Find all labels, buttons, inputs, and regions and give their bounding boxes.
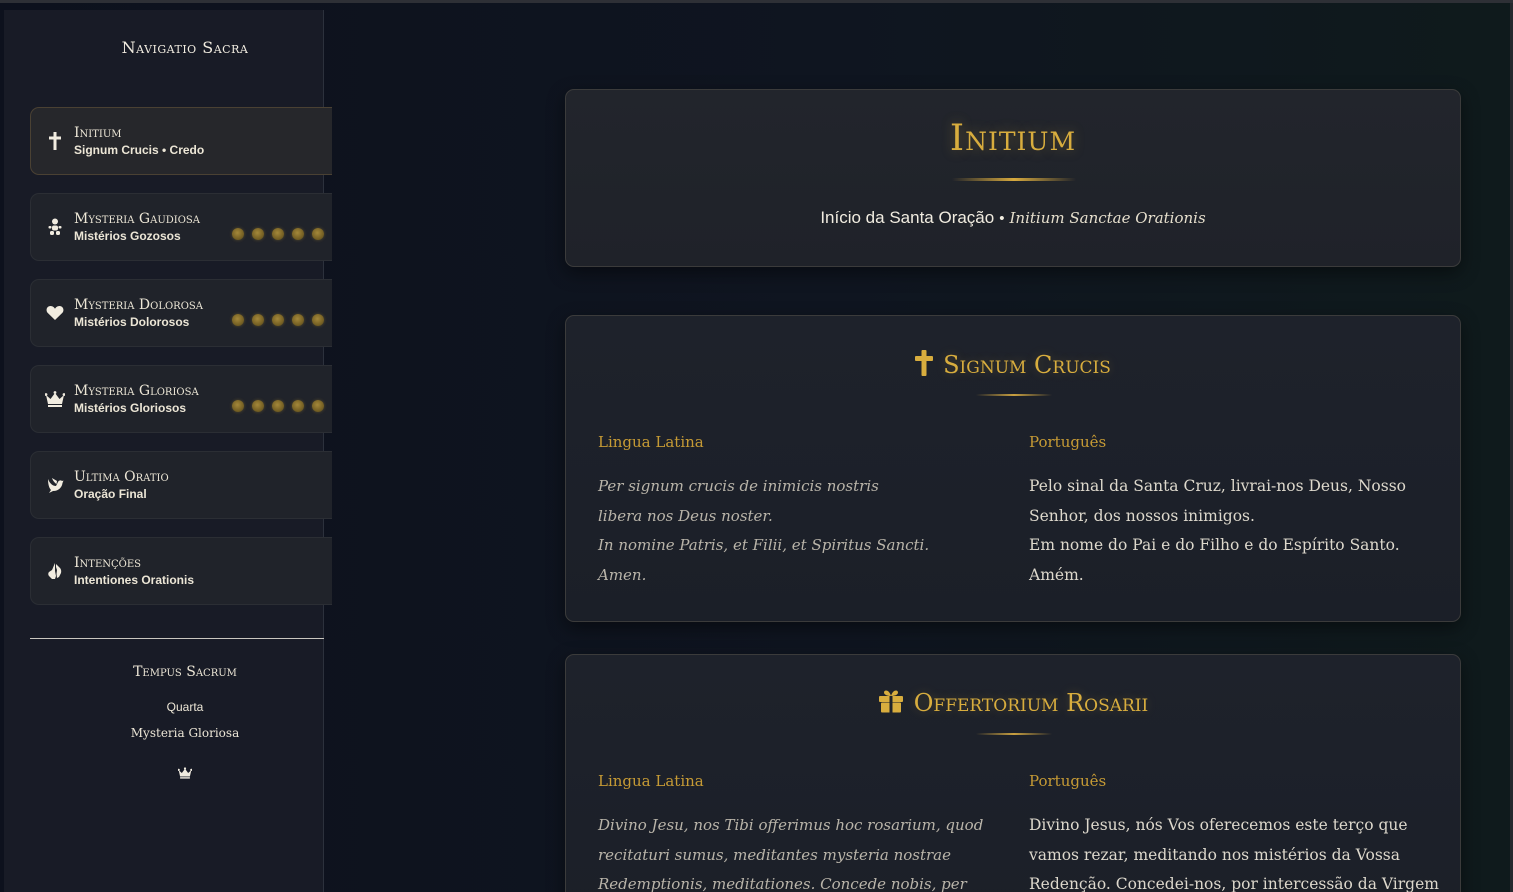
decade-dot — [292, 314, 304, 326]
sidebar-item-sublabel: Mistérios Dolorosos — [74, 315, 190, 329]
latin-line: Divino Jesu, nos Tibi offerimus hoc rosa… — [598, 816, 984, 892]
cross-icon — [45, 131, 65, 151]
decade-dot — [232, 228, 244, 240]
portuguese-line: Divino Jesus, nós Vos oferecemos este te… — [1029, 816, 1439, 892]
sidebar-item-label: Initium — [74, 125, 122, 141]
sidebar: Navigatio Sacra Initium Signum Crucis • … — [4, 10, 332, 892]
sidebar-item-mysteria-gaudiosa[interactable]: Mysteria Gaudiosa Mistérios Gozosos — [30, 193, 332, 261]
sidebar-item-label: Ultima Oratio — [74, 469, 169, 485]
crown-icon — [177, 764, 193, 779]
decade-dot — [272, 400, 284, 412]
title-divider — [952, 178, 1076, 181]
decade-dot — [232, 314, 244, 326]
subtitle-separator: • — [999, 210, 1005, 227]
sidebar-item-label: Intenções — [74, 555, 141, 571]
latin-text: Per signum crucis de inimicis nostris li… — [598, 472, 1000, 590]
decade-indicator — [232, 400, 324, 412]
prayer-title: Signum Crucis — [943, 351, 1111, 379]
page-title: Initium — [949, 118, 1077, 159]
decade-dot — [312, 400, 324, 412]
decade-dot — [292, 228, 304, 240]
gift-icon — [878, 689, 904, 717]
portuguese-text: Pelo sinal da Santa Cruz, livrai-nos Deu… — [1029, 472, 1439, 590]
portuguese-column-heading: Português — [1029, 433, 1107, 451]
crown-icon — [45, 389, 65, 409]
latin-text: Divino Jesu, nos Tibi offerimus hoc rosa… — [598, 811, 1000, 892]
decade-dot — [232, 400, 244, 412]
decade-indicator — [232, 314, 324, 326]
decade-dot — [252, 228, 264, 240]
heart-icon — [45, 303, 65, 323]
prayer-title-row: Signum Crucis — [566, 350, 1460, 380]
decade-dot — [272, 314, 284, 326]
decade-indicator — [232, 228, 324, 240]
prayer-title-divider — [976, 733, 1052, 735]
portuguese-column-heading: Português — [1029, 772, 1107, 790]
latin-line: In nomine Patris, et Filii, et Spiritus … — [598, 536, 930, 554]
sidebar-item-intencoes[interactable]: Intenções Intentiones Orationis — [30, 537, 332, 605]
sidebar-item-sublabel: Mistérios Gozosos — [74, 229, 181, 243]
prayer-title-divider — [976, 394, 1052, 396]
portuguese-line: Amém. — [1029, 565, 1084, 584]
sidebar-divider — [30, 638, 324, 639]
tempus-title: Tempus Sacrum — [133, 664, 237, 680]
decade-dot — [272, 228, 284, 240]
sidebar-item-sublabel: Intentiones Orationis — [74, 573, 195, 587]
portuguese-text: Divino Jesus, nós Vos oferecemos este te… — [1029, 811, 1439, 892]
prayer-title: Offertorium Rosarii — [913, 689, 1149, 717]
portuguese-line: Pelo sinal da Santa Cruz, livrai-nos Deu… — [1029, 477, 1406, 525]
page-subtitle: Início da Santa Oração • Initium Sanctae O… — [566, 208, 1460, 228]
sidebar-item-ultima-oratio[interactable]: Ultima Oratio Oração Final — [30, 451, 332, 519]
dove-icon — [45, 475, 65, 495]
decade-dot — [292, 400, 304, 412]
latin-column-heading: Lingua Latina — [598, 433, 704, 451]
decade-dot — [252, 314, 264, 326]
tempus-day: Quarta — [166, 700, 204, 714]
sidebar-item-mysteria-dolorosa[interactable]: Mysteria Dolorosa Mistérios Dolorosos — [30, 279, 332, 347]
latin-line: Per signum crucis de inimicis nostris — [598, 477, 879, 495]
sidebar-item-sublabel: Oração Final — [74, 487, 147, 501]
latin-line: libera nos Deus noster. — [598, 506, 773, 525]
sidebar-item-sublabel: Signum Crucis • Credo — [74, 143, 205, 157]
child-icon — [45, 217, 65, 237]
latin-column-heading: Lingua Latina — [598, 772, 704, 790]
page-header-card: Initium Início da Santa Oração • Initium S… — [565, 89, 1461, 267]
sidebar-item-mysteria-gloriosa[interactable]: Mysteria Gloriosa Mistérios Gloriosos — [30, 365, 332, 433]
cross-icon — [915, 350, 934, 380]
sidebar-item-sublabel: Mistérios Gloriosos — [74, 401, 187, 415]
praying-hands-icon — [45, 561, 65, 581]
sidebar-item-label: Mysteria Gloriosa — [74, 383, 199, 399]
decade-dot — [312, 228, 324, 240]
decade-dot — [312, 314, 324, 326]
prayer-card-offertorium-rosarii: Offertorium Rosarii Lingua Latina Portug… — [565, 654, 1461, 892]
sidebar-item-initium[interactable]: Initium Signum Crucis • Credo — [30, 107, 332, 175]
prayer-title-row: Offertorium Rosarii — [566, 689, 1460, 717]
sidebar-item-label: Mysteria Dolorosa — [74, 297, 203, 313]
subtitle-portuguese: Início da Santa Oração — [820, 208, 995, 227]
app-window: Navigatio Sacra Initium Signum Crucis • … — [0, 0, 1513, 892]
prayer-card-signum-crucis: Signum Crucis Lingua Latina Português Pe… — [565, 315, 1461, 622]
portuguese-line: Em nome do Pai e do Filho e do Espírito … — [1029, 536, 1400, 554]
sidebar-title: Navigatio Sacra — [121, 38, 249, 57]
latin-line: Amen. — [598, 565, 647, 584]
sidebar-item-label: Mysteria Gaudiosa — [74, 211, 200, 227]
tempus-mystery: Mysteria Gloriosa — [130, 726, 240, 740]
subtitle-latin: Initium Sanctae Orationis — [1009, 209, 1206, 227]
decade-dot — [252, 400, 264, 412]
